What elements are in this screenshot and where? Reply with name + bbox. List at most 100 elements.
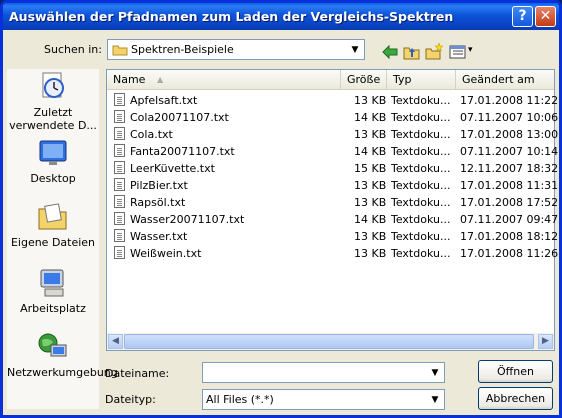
column-header-name[interactable]: Name ▲ (107, 70, 341, 90)
filename-input[interactable]: ▼ (202, 362, 445, 383)
scroll-left-button[interactable]: ◀ (108, 334, 123, 349)
back-arrow-icon[interactable] (381, 43, 399, 61)
file-size: 13 KB (354, 128, 387, 141)
place-recent-label: Zuletzt verwendete D... (9, 106, 97, 132)
file-row[interactable]: Apfelsaft.txt 13 KB Textdoku... 17.01.20… (107, 92, 558, 109)
text-file-icon (114, 144, 125, 157)
close-button[interactable]: ✕ (535, 6, 556, 27)
column-name-label: Name (113, 73, 146, 86)
horizontal-scrollbar[interactable]: ◀ ▶ (107, 333, 554, 350)
file-size: 13 KB (354, 94, 387, 107)
column-size-label: Größe (347, 73, 381, 86)
lookin-label: Suchen in: (44, 43, 102, 56)
file-size: 15 KB (354, 162, 387, 175)
place-network[interactable]: Netzwerkumgebung (7, 331, 118, 379)
file-size: 14 KB (354, 111, 387, 124)
place-my-documents-label: Eigene Dateien (10, 236, 96, 249)
help-button[interactable]: ? (512, 6, 533, 27)
my-documents-icon (38, 203, 67, 230)
place-desktop-label: Desktop (30, 172, 76, 185)
file-row[interactable]: Cola.txt 13 KB Textdoku... 17.01.2008 13… (107, 126, 558, 143)
filename-label: Dateiname: (105, 367, 170, 380)
text-file-icon (114, 246, 125, 259)
place-desktop[interactable]: Desktop (7, 137, 99, 185)
text-file-icon (114, 178, 125, 191)
file-size: 14 KB (354, 145, 387, 158)
column-header-type[interactable]: Typ (387, 70, 456, 90)
new-folder-icon[interactable] (425, 43, 443, 61)
filetype-value: All Files (*.*) (206, 393, 274, 406)
file-name: Cola.txt (130, 128, 173, 141)
text-file-icon (114, 212, 125, 225)
view-menu-icon[interactable] (449, 43, 467, 61)
file-type: Textdoku... (391, 179, 451, 192)
file-row[interactable]: Wasser.txt 13 KB Textdoku... 17.01.2008 … (107, 228, 558, 245)
file-name: Fanta20071107.txt (130, 145, 235, 158)
scroll-right-button[interactable]: ▶ (538, 334, 553, 349)
column-modified-label: Geändert am (462, 73, 535, 86)
filetype-label: Dateityp: (105, 393, 156, 406)
file-type: Textdoku... (391, 230, 451, 243)
file-name: Weißwein.txt (130, 247, 202, 260)
open-button[interactable]: Öffnen (478, 360, 553, 383)
file-type: Textdoku... (391, 111, 451, 124)
file-type: Textdoku... (391, 145, 451, 158)
file-modified: 17.01.2008 11:31 (460, 179, 559, 192)
my-computer-icon (40, 269, 64, 297)
file-row[interactable]: Fanta20071107.txt 14 KB Textdoku... 07.1… (107, 143, 558, 160)
file-size: 13 KB (354, 196, 387, 209)
folder-up-icon[interactable] (403, 43, 421, 61)
file-row[interactable]: LeerKüvette.txt 15 KB Textdoku... 12.11.… (107, 160, 558, 177)
folder-icon (112, 45, 128, 56)
filetype-dropdown-arrow[interactable]: ▼ (427, 391, 443, 408)
place-my-computer[interactable]: Arbeitsplatz (7, 267, 99, 315)
column-header-modified[interactable]: Geändert am (456, 70, 554, 90)
place-my-computer-label: Arbeitsplatz (20, 302, 86, 315)
network-icon (38, 333, 67, 357)
file-list[interactable]: Name ▲ Größe Typ Geändert am Apfelsaft.t… (106, 69, 558, 351)
text-file-icon (114, 161, 125, 174)
desktop-icon (39, 140, 67, 165)
file-modified: 12.11.2007 18:32 (460, 162, 559, 175)
place-recent[interactable]: Zuletzt verwendete D... (7, 71, 99, 132)
file-modified: 17.01.2008 11:22 (460, 94, 559, 107)
file-size: 13 KB (354, 230, 387, 243)
lookin-combo[interactable]: Spektren-Beispiele ▼ (107, 39, 365, 60)
file-row[interactable]: Wasser20071107.txt 14 KB Textdoku... 07.… (107, 211, 558, 228)
file-modified: 17.01.2008 11:26 (460, 247, 559, 260)
place-my-documents[interactable]: Eigene Dateien (7, 201, 99, 249)
file-modified: 17.01.2008 17:52 (460, 196, 559, 209)
places-bar: Zuletzt verwendete D... Desktop Eigene D… (7, 69, 118, 409)
file-row[interactable]: PilzBier.txt 13 KB Textdoku... 17.01.200… (107, 177, 558, 194)
file-name: PilzBier.txt (130, 179, 188, 192)
file-row[interactable]: Weißwein.txt 13 KB Textdoku... 17.01.200… (107, 245, 558, 262)
text-file-icon (114, 229, 125, 242)
scrollbar-thumb[interactable] (124, 334, 534, 349)
filetype-select[interactable]: All Files (*.*) ▼ (202, 389, 445, 410)
file-row[interactable]: Rapsöl.txt 13 KB Textdoku... 17.01.2008 … (107, 194, 558, 211)
text-file-icon (114, 110, 125, 123)
file-modified: 07.11.2007 10:06 (460, 111, 559, 124)
file-modified: 17.01.2008 13:00 (460, 128, 559, 141)
lookin-dropdown-arrow[interactable]: ▼ (347, 41, 363, 58)
file-row[interactable]: Cola20071107.txt 14 KB Textdoku... 07.11… (107, 109, 558, 126)
view-menu-arrow[interactable]: ▾ (468, 45, 473, 55)
column-header-size[interactable]: Größe (341, 70, 387, 90)
filename-dropdown-arrow[interactable]: ▼ (427, 364, 443, 381)
file-type: Textdoku... (391, 94, 451, 107)
file-size: 13 KB (354, 247, 387, 260)
file-modified: 07.11.2007 09:47 (460, 213, 559, 226)
window-title: Auswählen der Pfadnamen zum Laden der Ve… (9, 9, 454, 24)
file-modified: 07.11.2007 10:14 (460, 145, 559, 158)
file-name: Wasser.txt (130, 230, 188, 243)
title-bar[interactable]: Auswählen der Pfadnamen zum Laden der Ve… (3, 3, 559, 30)
cancel-button[interactable]: Abbrechen (478, 387, 553, 410)
file-name: Rapsöl.txt (130, 196, 186, 209)
file-type: Textdoku... (391, 196, 451, 209)
file-open-dialog: Auswählen der Pfadnamen zum Laden der Ve… (0, 0, 562, 418)
column-type-label: Typ (393, 73, 412, 86)
place-network-label: Netzwerkumgebung (7, 366, 118, 379)
sort-ascending-icon: ▲ (157, 75, 164, 84)
file-type: Textdoku... (391, 247, 451, 260)
text-file-icon (114, 195, 125, 208)
